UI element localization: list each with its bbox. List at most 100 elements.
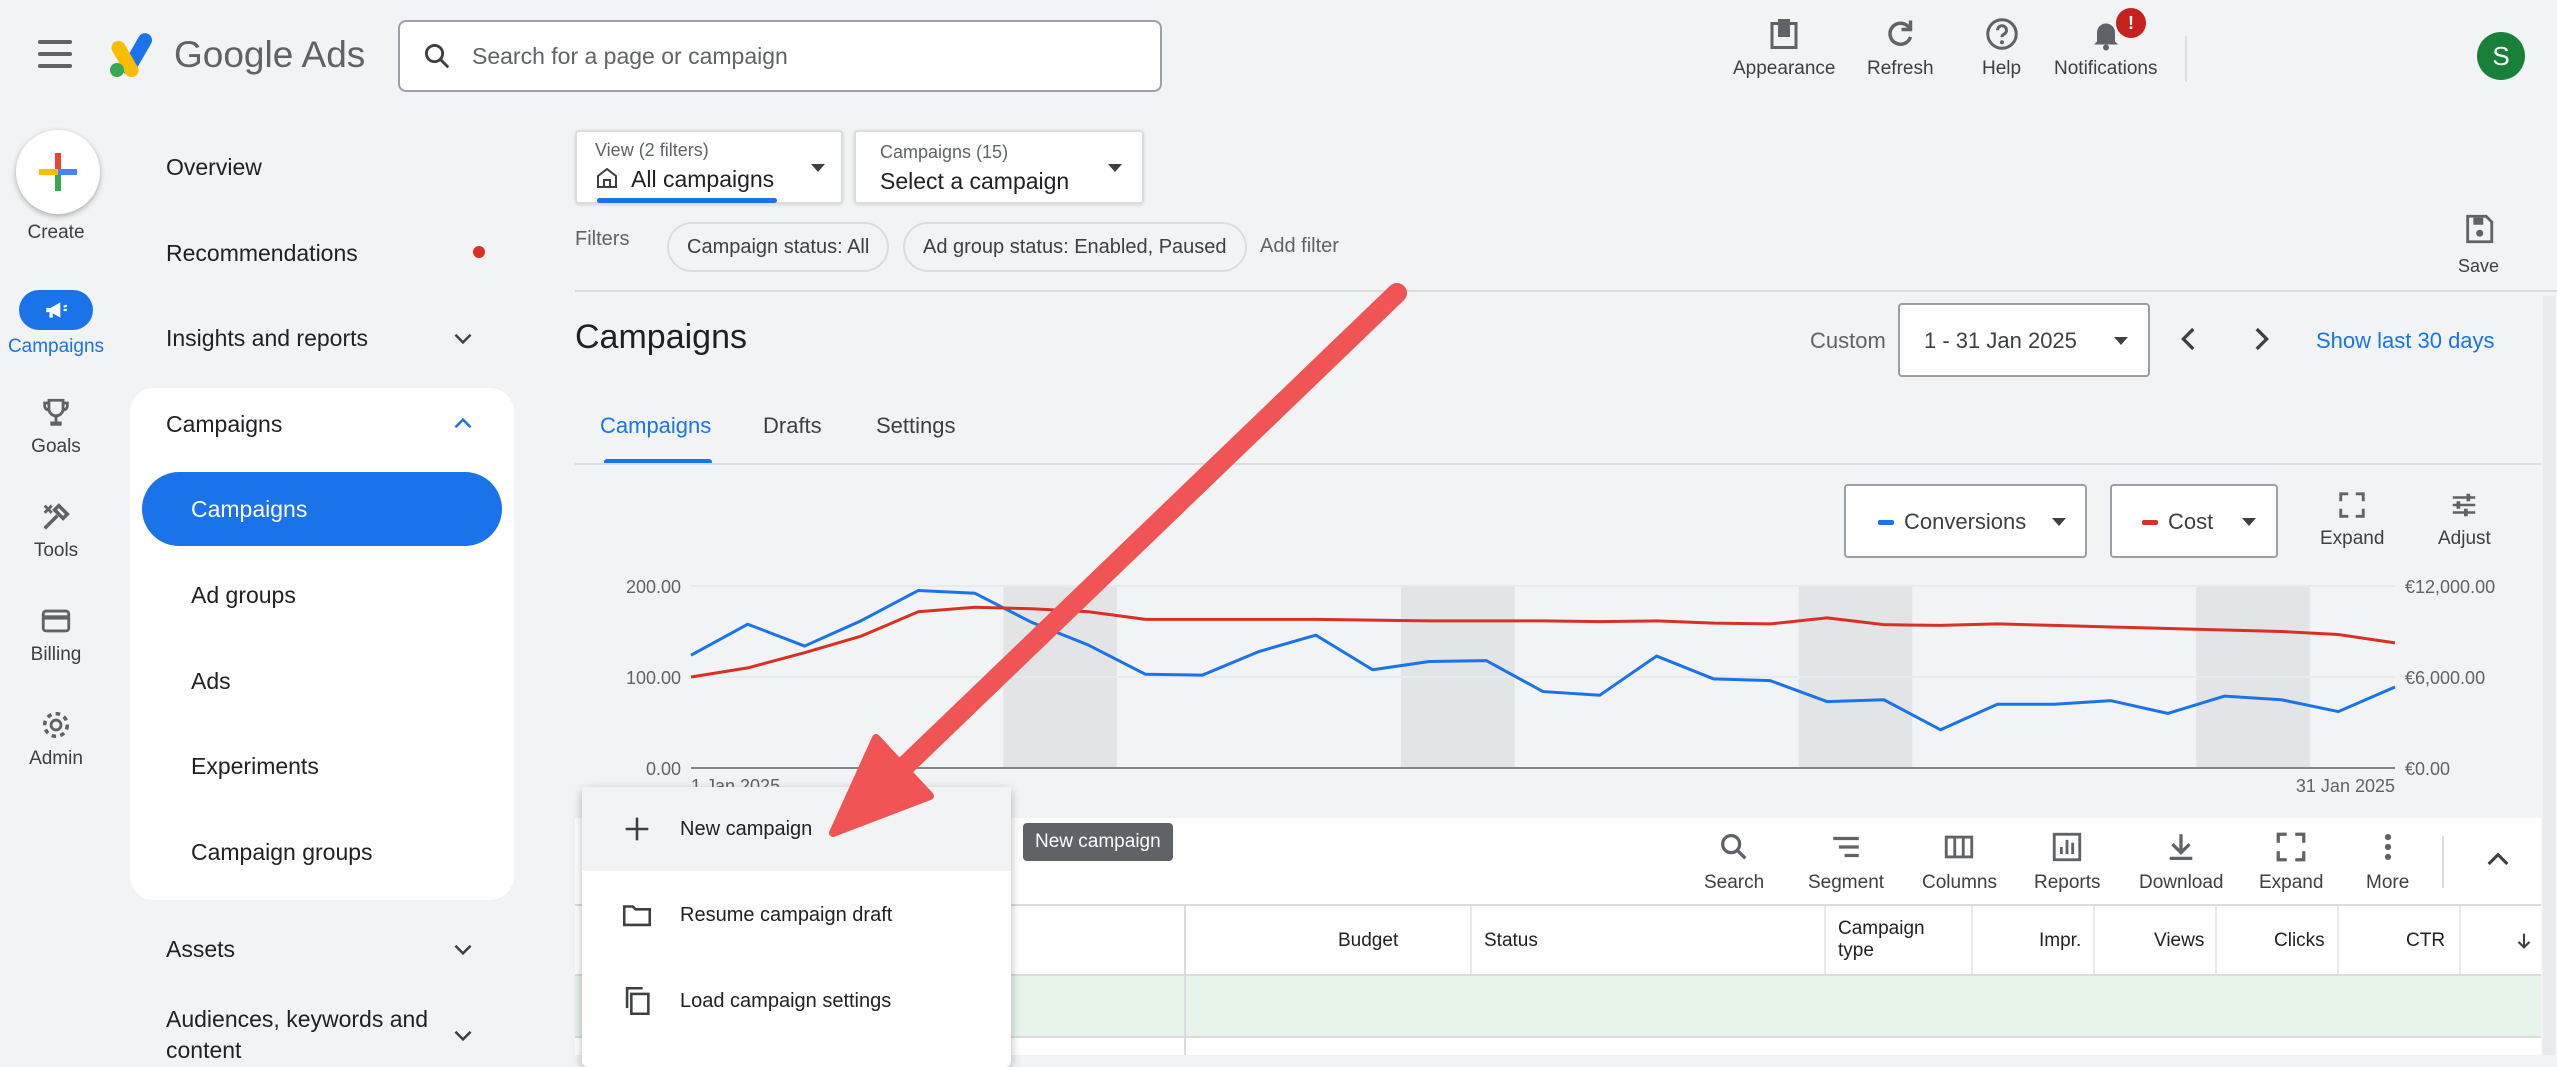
plus-icon bbox=[625, 817, 649, 841]
chart-expand-button[interactable]: Expand bbox=[2320, 490, 2384, 550]
toolbar-divider bbox=[2442, 836, 2444, 888]
y-right-tick-label: €12,000.00 bbox=[2405, 577, 2495, 597]
filter-divider bbox=[575, 290, 2557, 292]
nav-sub-experiments[interactable]: Experiments bbox=[191, 753, 319, 780]
search-icon bbox=[424, 43, 450, 69]
main-menu-icon[interactable] bbox=[38, 40, 72, 70]
toolbar-segment[interactable]: Segment bbox=[1808, 830, 1884, 894]
save-button[interactable]: Save bbox=[2458, 212, 2499, 277]
credit-card-icon bbox=[41, 609, 71, 633]
tab-settings[interactable]: Settings bbox=[876, 413, 956, 439]
chevron-down-icon[interactable] bbox=[450, 325, 476, 351]
col-header-budget[interactable]: Budget bbox=[1338, 930, 1398, 952]
toolbar-more[interactable]: More bbox=[2366, 830, 2409, 894]
nav-sub-campaigns[interactable]: Campaigns bbox=[191, 496, 307, 523]
dropdown-arrow-icon bbox=[1108, 164, 1122, 172]
nav-audiences[interactable]: Audiences, keywords and content bbox=[166, 1006, 428, 1064]
date-mode-label: Custom bbox=[1810, 328, 1886, 353]
menu-item-resume-draft-label: Resume campaign draft bbox=[680, 903, 893, 926]
rail-create-label-wrap: Create bbox=[0, 222, 112, 244]
rail-tools[interactable]: Tools bbox=[0, 500, 112, 562]
toolbar-expand-label: Expand bbox=[2259, 872, 2324, 893]
chevron-down-icon[interactable] bbox=[450, 936, 476, 962]
search-box[interactable] bbox=[398, 20, 1162, 92]
nav-overview[interactable]: Overview bbox=[166, 154, 262, 181]
chevron-down-icon[interactable] bbox=[450, 1022, 476, 1048]
nav-assets[interactable]: Assets bbox=[166, 936, 235, 963]
chevron-up-icon[interactable] bbox=[2482, 844, 2514, 876]
metric-conversions-label: Conversions bbox=[1904, 509, 2027, 534]
google-ads-logo[interactable]: Google Ads bbox=[108, 30, 365, 80]
page-scrollbar[interactable] bbox=[2543, 296, 2555, 1055]
view-filter-label: View (2 filters) bbox=[595, 140, 709, 160]
sort-arrow-down-icon[interactable] bbox=[2513, 930, 2535, 952]
col-header-ctr[interactable]: CTR bbox=[2406, 930, 2445, 952]
help-button[interactable]: Help bbox=[1982, 16, 2021, 80]
nav-campaigns-group[interactable]: Campaigns bbox=[166, 411, 282, 438]
toolbar-search[interactable]: Search bbox=[1704, 830, 1764, 894]
rail-admin[interactable]: Admin bbox=[0, 708, 112, 770]
rail-campaigns[interactable]: Campaigns bbox=[0, 290, 112, 358]
rail-goals[interactable]: Goals bbox=[0, 396, 112, 458]
date-range-value: 1 - 31 Jan 2025 bbox=[1924, 328, 2077, 353]
conversions-swatch bbox=[1878, 520, 1894, 525]
save-label: Save bbox=[2458, 256, 2500, 276]
campaign-select-value: Select a campaign bbox=[880, 168, 1070, 194]
col-header-clicks[interactable]: Clicks bbox=[2274, 930, 2325, 952]
col-header-status[interactable]: Status bbox=[1484, 930, 1538, 952]
nav-sub-ads[interactable]: Ads bbox=[191, 668, 231, 695]
nav-sub-ad-groups[interactable]: Ad groups bbox=[191, 582, 296, 609]
tab-campaigns[interactable]: Campaigns bbox=[600, 413, 711, 439]
toolbar-search-label: Search bbox=[1704, 872, 1765, 893]
rail-billing[interactable]: Billing bbox=[0, 604, 112, 666]
campaign-select-dropdown[interactable]: Campaigns (15) Select a campaign bbox=[854, 130, 1144, 204]
chart-expand-label: Expand bbox=[2320, 528, 2385, 549]
metric-conversions-select[interactable]: Conversions bbox=[1844, 484, 2087, 558]
filter-chip-campaign-status[interactable]: Campaign status: All bbox=[667, 222, 890, 272]
appearance-button[interactable]: Appearance bbox=[1733, 16, 1835, 80]
tune-icon bbox=[2453, 493, 2476, 517]
view-filter-dropdown[interactable]: View (2 filters) All campaigns bbox=[575, 130, 843, 204]
show-last-30-days-link[interactable]: Show last 30 days bbox=[2316, 328, 2495, 354]
filter-chip-ad-group-status[interactable]: Ad group status: Enabled, Paused bbox=[903, 222, 1247, 272]
add-filter-button[interactable]: Add filter bbox=[1260, 235, 1339, 258]
menu-item-load-settings-label: Load campaign settings bbox=[680, 989, 892, 1012]
toolbar-expand[interactable]: Expand bbox=[2259, 830, 2323, 894]
menu-item-load-settings[interactable]: Load campaign settings bbox=[582, 959, 1011, 1043]
tab-drafts[interactable]: Drafts bbox=[763, 413, 822, 439]
x-end-tick-label: 31 Jan 2025 bbox=[2296, 776, 2395, 796]
col-divider bbox=[1184, 906, 1186, 974]
menu-item-new-campaign[interactable]: New campaign bbox=[582, 787, 1011, 871]
menu-item-resume-draft[interactable]: Resume campaign draft bbox=[582, 873, 1011, 957]
col-header-impr[interactable]: Impr. bbox=[2039, 930, 2081, 952]
nav-recommendations[interactable]: Recommendations bbox=[166, 240, 358, 267]
toolbar-download[interactable]: Download bbox=[2139, 830, 2224, 894]
chart-adjust-button[interactable]: Adjust bbox=[2438, 490, 2491, 550]
toolbar-more-label: More bbox=[2366, 872, 2410, 893]
col-divider bbox=[1184, 976, 1186, 1036]
col-header-views[interactable]: Views bbox=[2154, 930, 2204, 952]
y-right-tick-label: €6,000.00 bbox=[2405, 668, 2485, 688]
refresh-button[interactable]: Refresh bbox=[1867, 16, 1934, 80]
appearance-icon bbox=[1770, 19, 1798, 49]
toolbar-download-label: Download bbox=[2139, 872, 2224, 893]
nav-sub-campaign-groups[interactable]: Campaign groups bbox=[191, 839, 373, 866]
metric-cost-select[interactable]: Cost bbox=[2110, 484, 2278, 558]
chevron-right-icon[interactable] bbox=[2244, 322, 2278, 356]
chevron-up-icon[interactable] bbox=[450, 411, 476, 437]
nav-insights[interactable]: Insights and reports bbox=[166, 325, 368, 352]
col-header-campaign-type[interactable]: Campaign type bbox=[1838, 918, 1948, 962]
date-range-picker[interactable]: 1 - 31 Jan 2025 bbox=[1898, 303, 2150, 377]
toolbar-reports[interactable]: Reports bbox=[2034, 830, 2101, 894]
avatar[interactable]: S bbox=[2477, 32, 2525, 80]
chevron-left-icon[interactable] bbox=[2172, 322, 2206, 356]
toolbar-columns[interactable]: Columns bbox=[1922, 830, 1997, 894]
y-left-tick-label: 100.00 bbox=[626, 668, 681, 688]
gear-icon bbox=[42, 711, 70, 739]
notifications-button[interactable]: Notifications ! bbox=[2054, 8, 2158, 80]
create-button[interactable] bbox=[16, 130, 100, 214]
col-divider bbox=[1824, 906, 1826, 974]
toolbar-reports-label: Reports bbox=[2034, 872, 2101, 893]
appearance-label: Appearance bbox=[1733, 58, 1836, 79]
search-input[interactable] bbox=[470, 41, 1134, 71]
